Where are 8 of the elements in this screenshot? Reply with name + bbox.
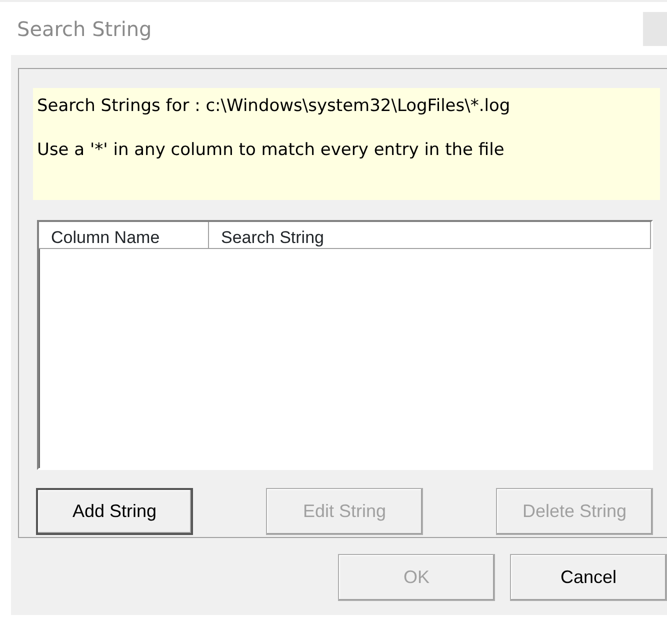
column-header[interactable]: Search String bbox=[209, 222, 651, 249]
column-header[interactable]: Column Name bbox=[39, 222, 209, 249]
info-text: Search Strings for : c:\Windows\system32\LogFiles\*.log bbox=[37, 95, 512, 118]
close-button[interactable] bbox=[643, 12, 667, 46]
dialog-button[interactable]: Cancel bbox=[510, 554, 667, 601]
window-title: Search String bbox=[17, 16, 152, 42]
dialog-button[interactable]: Add String bbox=[36, 488, 193, 535]
info-text: Use a '*' in any column to match every entry in the file bbox=[37, 138, 506, 162]
